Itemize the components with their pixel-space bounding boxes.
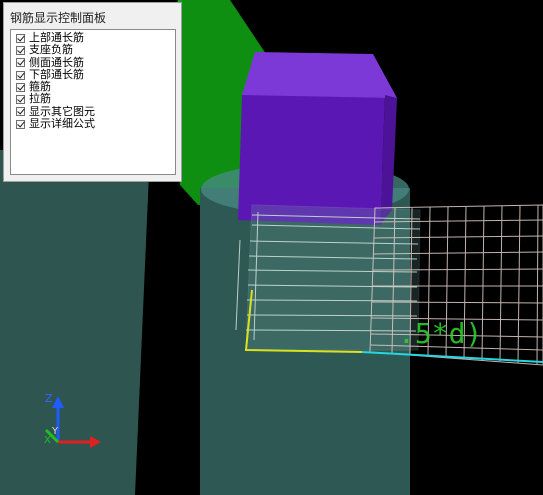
checkbox-bottom-longitudinal-rebar[interactable] [16, 70, 25, 80]
option-label: 显示详细公式 [29, 117, 95, 131]
x-axis-label: X [44, 435, 51, 446]
checkbox-tie-bars[interactable] [16, 95, 25, 105]
checkbox-show-detailed-formula[interactable] [16, 119, 25, 129]
formula-annotation: .5*d) [398, 317, 482, 350]
option-label: 拉筋 [29, 92, 51, 106]
checkbox-stirrups[interactable] [16, 82, 25, 92]
y-axis-label: Y [51, 426, 59, 437]
checkbox-support-negative-rebar[interactable] [16, 45, 25, 55]
checkbox-side-longitudinal-rebar[interactable] [16, 58, 25, 68]
rebar-display-control-panel: 钢筋显示控制面板 上部通长筋 支座负筋 侧面通长筋 下部通长筋 箍筋 拉筋 显示… [3, 2, 182, 182]
checkbox-top-longitudinal-rebar[interactable] [16, 33, 25, 43]
rebar-option-list: 上部通长筋 支座负筋 侧面通长筋 下部通长筋 箍筋 拉筋 显示其它图元 显示详细… [10, 29, 176, 175]
checkbox-show-other-elements[interactable] [16, 107, 25, 117]
panel-title: 钢筋显示控制面板 [10, 11, 107, 25]
option-support-negative-rebar[interactable]: 支座负筋 [11, 43, 175, 57]
option-tie-bars[interactable]: 拉筋 [11, 93, 175, 105]
option-label: 支座负筋 [29, 43, 73, 57]
purple-block-top [242, 52, 397, 98]
z-axis-label: Z [45, 392, 53, 405]
option-show-detailed-formula[interactable]: 显示详细公式 [11, 117, 175, 131]
